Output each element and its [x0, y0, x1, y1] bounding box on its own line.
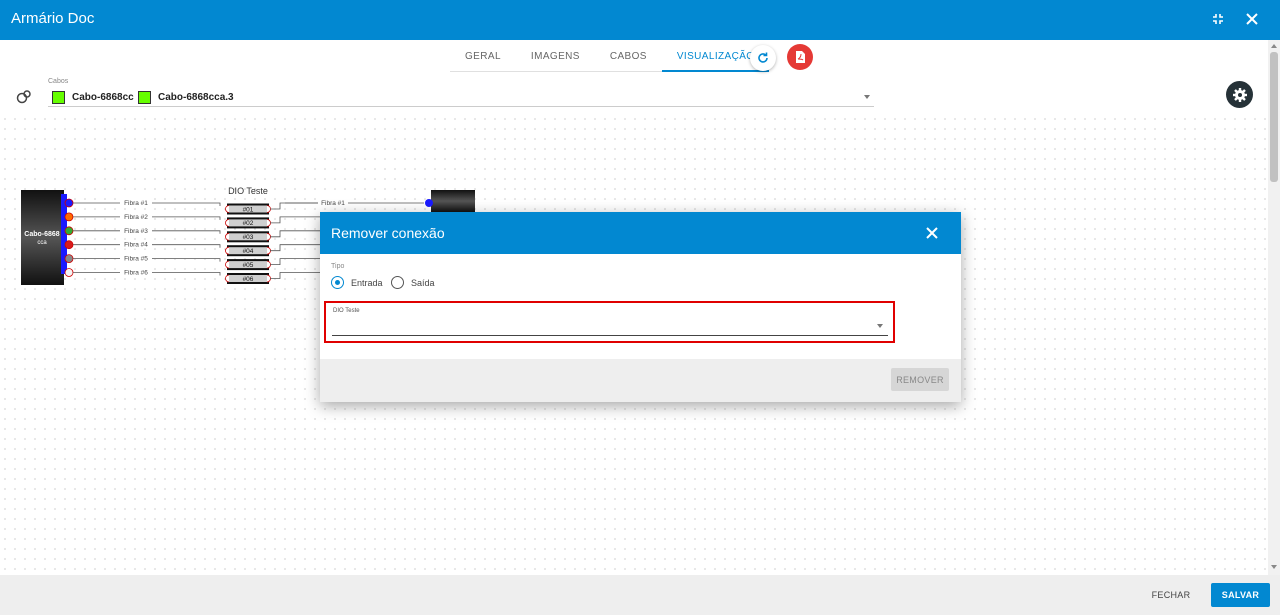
fiber-port-left [64, 226, 74, 236]
dio-title: DIO Teste [228, 186, 268, 196]
fiber-label: Fibra #6 [124, 270, 148, 277]
select-underline [332, 335, 888, 336]
fiber-port-left [64, 268, 74, 277]
fiber-line [270, 258, 320, 265]
fiber-label: Fibra #5 [124, 256, 148, 263]
dio-port-cap [266, 232, 271, 241]
fiber-label: Fibra #3 [124, 228, 148, 235]
right-fiber-label: Fibra #1 [321, 200, 345, 207]
dio-port-cap [266, 219, 271, 227]
right-fiber-port [425, 199, 433, 207]
refresh-icon [758, 52, 768, 63]
dio-port-label: #05 [243, 262, 254, 269]
dio-select-field[interactable]: DIO Teste [324, 301, 895, 343]
dialog-title: Remover conexão [331, 225, 445, 241]
window-title: Armário Doc [11, 10, 95, 27]
fiber-line [270, 230, 320, 238]
cable-chip-1: Cabo-6868cca [72, 92, 134, 103]
dio-select-label: DIO Teste [333, 308, 360, 314]
pdf-icon [796, 51, 805, 63]
remover-button[interactable]: REMOVER [891, 368, 949, 391]
close-icon[interactable] [1242, 9, 1262, 29]
tab-geral[interactable]: GERAL [450, 40, 516, 72]
fiber-line [212, 230, 221, 234]
scroll-down-arrow[interactable] [1271, 565, 1277, 569]
tipo-label: Tipo [331, 263, 345, 270]
dio-port-label: #02 [243, 220, 254, 227]
dialog-header: Remover conexão [320, 212, 961, 254]
tab-imagens[interactable]: IMAGENS [516, 40, 595, 72]
vertical-scrollbar[interactable] [1268, 40, 1280, 575]
cabos-select[interactable]: Cabo-6868cca Cabo-6868cca.3 [48, 88, 874, 107]
dio-port-cap [266, 260, 271, 269]
fechar-button[interactable]: FECHAR [1144, 583, 1198, 607]
cable-color-swatch [138, 91, 151, 104]
refresh-button[interactable] [750, 45, 776, 71]
fiber-line [212, 216, 221, 220]
fiber-line [270, 216, 320, 224]
close-icon[interactable] [924, 225, 940, 241]
scroll-up-arrow[interactable] [1271, 44, 1277, 48]
fiber-line [270, 244, 320, 252]
dio-port-label: #01 [243, 206, 254, 213]
dialog-footer: REMOVER [320, 359, 961, 402]
dio-port-cap [225, 246, 230, 255]
link-icon[interactable] [15, 89, 33, 105]
chevron-down-icon[interactable] [877, 324, 883, 328]
tab-cabos[interactable]: CABOS [595, 40, 662, 72]
fiber-port-left [64, 240, 74, 250]
tab-bar: GERAL IMAGENS CABOS VISUALIZAÇÃO [450, 40, 770, 72]
dio-port-cap [225, 274, 230, 283]
dio-port-cap [266, 274, 271, 283]
fiber-label: Fibra #1 [124, 200, 148, 207]
radio-entrada-label[interactable]: Entrada [351, 278, 383, 288]
dio-port-cap [225, 232, 230, 241]
dio-port-label: #06 [243, 276, 254, 283]
fiber-line [212, 244, 221, 248]
left-cable-sublabel: cca [37, 240, 47, 246]
fiber-port-left [64, 198, 74, 208]
cable-color-swatch [52, 91, 65, 104]
title-bar: Armário Doc [0, 0, 1280, 40]
left-cable-label: Cabo-6868 [24, 231, 60, 238]
dio-port-cap [225, 205, 230, 213]
dio-port-cap [225, 219, 230, 227]
salvar-button[interactable]: SALVAR [1211, 583, 1270, 607]
fiber-port-left [64, 254, 74, 264]
radio-entrada[interactable] [331, 276, 344, 289]
gear-icon [1232, 87, 1247, 102]
fiber-line [212, 202, 221, 206]
bottom-bar: FECHAR SALVAR [0, 575, 1280, 615]
chevron-down-icon [864, 95, 870, 99]
dio-port-cap [266, 246, 271, 255]
fiber-label: Fibra #4 [124, 242, 148, 249]
fiber-label: Fibra #2 [124, 214, 148, 221]
dio-port-label: #03 [243, 234, 254, 241]
right-cable-block[interactable] [431, 190, 475, 212]
cabos-label: Cabos [48, 78, 69, 85]
cable-chip-2: Cabo-6868cca.3 [158, 92, 234, 103]
fiber-line [212, 272, 221, 276]
compress-icon[interactable] [1208, 9, 1228, 29]
dio-port-label: #04 [243, 248, 254, 255]
radio-saida-label[interactable]: Saída [411, 278, 435, 288]
fiber-port-left [64, 212, 74, 222]
scroll-thumb[interactable] [1270, 52, 1278, 182]
remove-connection-dialog: Remover conexão Tipo Entrada Saída DIO T… [320, 212, 961, 402]
radio-saida[interactable] [391, 276, 404, 289]
settings-button[interactable] [1226, 81, 1253, 108]
dio-port-cap [266, 205, 271, 213]
fiber-line [212, 258, 221, 262]
fiber-line [270, 272, 320, 279]
fiber-line [270, 202, 320, 210]
pdf-export-button[interactable] [787, 44, 813, 70]
dio-port-cap [225, 260, 230, 269]
